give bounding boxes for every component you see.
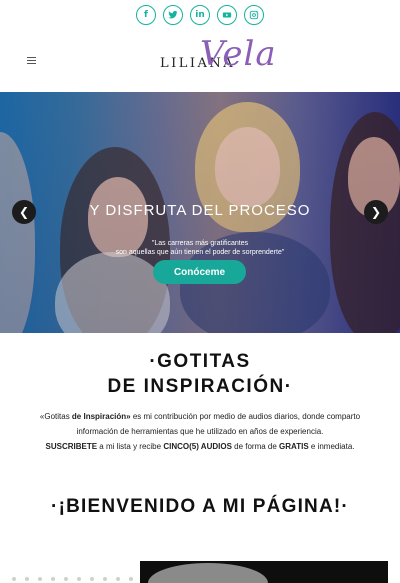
welcome-heading: ·¡BIENVENIDO A MI PÁGINA!·	[51, 496, 349, 517]
slide-title: Y DISFRUTA DEL PROCESO	[89, 202, 311, 219]
twitter-icon[interactable]	[163, 5, 183, 25]
linkedin-icon[interactable]: in	[190, 5, 210, 25]
gotitas-description: «Gotitas de Inspiración» es mi contribuc…	[20, 409, 380, 454]
slider-prev-icon[interactable]: ❮	[12, 200, 36, 224]
slide-quote: "Las carreras más gratificantes son aque…	[0, 239, 400, 257]
gotitas-subtitle: DE INSPIRACIÓN·	[107, 376, 293, 397]
quote-line: son aquellas que aún tienen el poder de …	[115, 249, 285, 256]
instagram-icon[interactable]	[244, 5, 264, 25]
gotitas-title: ·GOTITAS	[149, 351, 251, 372]
logo-last-name: Vela	[200, 34, 277, 74]
social-bar: f in	[0, 5, 400, 27]
youtube-icon[interactable]	[217, 5, 237, 25]
facebook-icon[interactable]: f	[136, 5, 156, 25]
portrait-image	[140, 561, 388, 583]
quote-line: "Las carreras más gratificantes	[151, 240, 249, 247]
menu-icon[interactable]	[27, 57, 36, 64]
site-logo[interactable]: LILIANA Vela	[160, 34, 276, 86]
slider-next-icon[interactable]: ❯	[364, 200, 388, 224]
hero-slider: Y DISFRUTA DEL PROCESO "Las carreras más…	[0, 92, 400, 333]
description-paragraph: «Gotitas de Inspiración» es mi contribuc…	[39, 412, 361, 436]
subscribe-paragraph: SUSCRIBETE a mi lista y recibe CINCO(5) …	[45, 442, 355, 451]
conoceme-button[interactable]: Conóceme	[153, 260, 246, 284]
site-header: LILIANA Vela	[0, 30, 400, 90]
